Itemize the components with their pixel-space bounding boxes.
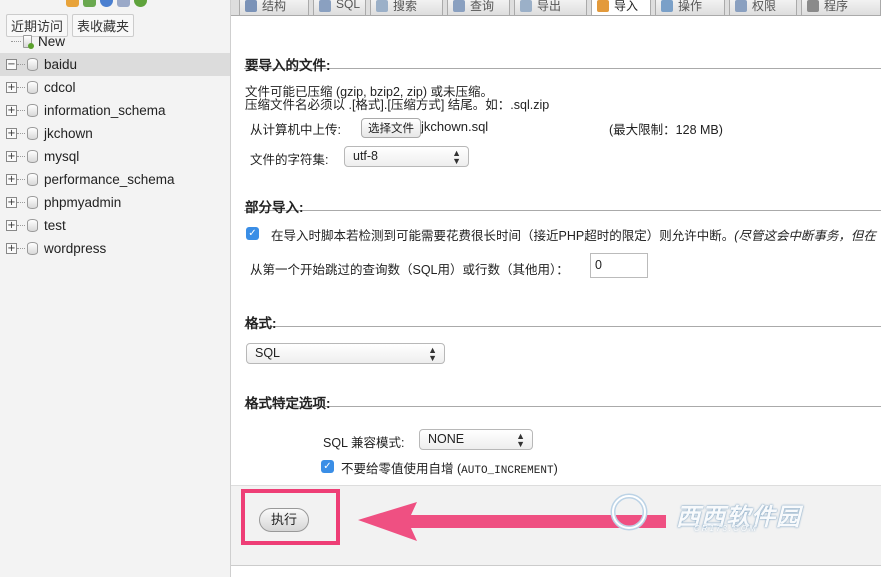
tree-item-label[interactable]: test [44, 218, 66, 233]
tree-item-test[interactable]: + test [0, 214, 230, 237]
database-icon [27, 150, 38, 163]
expand-icon[interactable]: + [6, 243, 17, 254]
tree-connector [17, 179, 25, 180]
tree-connector [17, 110, 25, 111]
main-panel: 结构 SQL 搜索 查询 导出 导入 操作 权限 程序 要导入的文件: 文件可能已压缩 (gzi… [231, 0, 881, 577]
tree-connector [17, 202, 25, 203]
database-icon [27, 58, 38, 71]
tree-connector [17, 156, 25, 157]
expand-icon[interactable]: + [6, 197, 17, 208]
database-icon [27, 81, 38, 94]
tree-item-label[interactable]: phpmyadmin [44, 195, 121, 210]
watermark-subtext: CR173.COM [694, 524, 758, 533]
expand-icon[interactable]: + [6, 128, 17, 139]
tree-item-cdcol[interactable]: + cdcol [0, 76, 230, 99]
tree-connector [11, 41, 21, 42]
tree-item-label[interactable]: New [38, 34, 65, 49]
home-icon[interactable] [66, 0, 79, 7]
expand-icon[interactable]: + [6, 105, 17, 116]
help-icon[interactable] [100, 0, 113, 7]
reload-icon[interactable] [134, 0, 147, 7]
new-database-icon[interactable] [23, 35, 34, 49]
expand-icon[interactable]: + [6, 220, 17, 231]
tree-connector [17, 225, 25, 226]
collapse-icon[interactable]: − [6, 59, 17, 70]
tree-item-jkchown[interactable]: + jkchown [0, 122, 230, 145]
tree-connector [17, 248, 25, 249]
documentation-icon[interactable] [117, 0, 130, 7]
tree-item-label[interactable]: wordpress [44, 241, 106, 256]
database-icon [27, 127, 38, 140]
tree-item-label[interactable]: cdcol [44, 80, 76, 95]
tree-item-performance-schema[interactable]: + performance_schema [0, 168, 230, 191]
tree-item-wordpress[interactable]: + wordpress [0, 237, 230, 260]
database-tree: New − baidu + cdcol + information_schema + jkcho… [0, 30, 230, 260]
database-icon [27, 196, 38, 209]
bottom-bar [231, 565, 881, 577]
tree-item-phpmyadmin[interactable]: + phpmyadmin [0, 191, 230, 214]
tree-connector [17, 64, 25, 65]
tree-item-baidu[interactable]: − baidu [0, 53, 230, 76]
tree-item-label[interactable]: information_schema [44, 103, 166, 118]
tree-item-new[interactable]: New [0, 30, 230, 53]
expand-icon[interactable]: + [6, 82, 17, 93]
database-icon [27, 242, 38, 255]
tree-connector [17, 133, 25, 134]
navigation-sidebar: 近期访问 表收藏夹 New − baidu + cdcol + information_sc… [0, 0, 231, 577]
tree-item-mysql[interactable]: + mysql [0, 145, 230, 168]
tree-item-label[interactable]: mysql [44, 149, 79, 164]
tree-connector [17, 87, 25, 88]
exit-icon[interactable] [83, 0, 96, 7]
expand-icon[interactable]: + [6, 151, 17, 162]
tree-item-information-schema[interactable]: + information_schema [0, 99, 230, 122]
database-icon [27, 104, 38, 117]
tree-item-label[interactable]: performance_schema [44, 172, 175, 187]
database-icon [27, 219, 38, 232]
expand-icon[interactable]: + [6, 174, 17, 185]
database-icon [27, 173, 38, 186]
tree-item-label[interactable]: baidu [44, 57, 77, 72]
sidebar-toolbar [66, 0, 147, 8]
tree-item-label[interactable]: jkchown [44, 126, 93, 141]
